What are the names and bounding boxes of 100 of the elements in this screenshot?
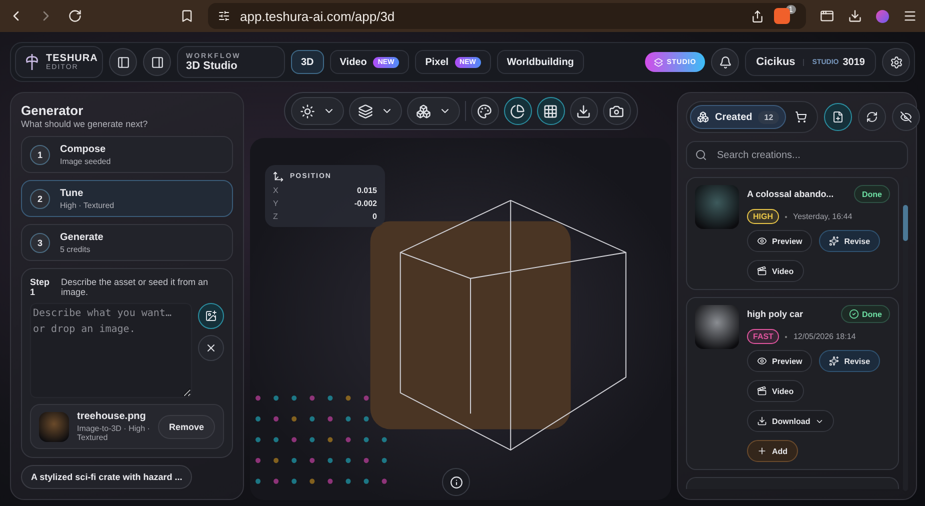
settings-button[interactable] — [882, 48, 910, 76]
remove-button[interactable]: Remove — [158, 414, 215, 438]
profile-icon[interactable] — [876, 10, 889, 22]
tool-button[interactable] — [602, 97, 630, 125]
mode-tab[interactable]: 3D — [291, 50, 324, 74]
dropdown-button[interactable] — [348, 97, 402, 125]
sparkles-icon — [829, 236, 840, 246]
tool-button[interactable] — [470, 97, 498, 125]
hide-button[interactable] — [892, 103, 920, 131]
timestamp: Yesterday, 16:44 — [793, 212, 852, 221]
workflow-value: 3D Studio — [186, 60, 238, 72]
sun-icon — [300, 104, 314, 118]
step-item[interactable]: 2 Tune High · Textured — [21, 180, 233, 217]
quality-tag: FAST — [747, 329, 780, 344]
axe-icon — [24, 53, 40, 71]
image-upload-button[interactable] — [198, 303, 224, 329]
tool-button[interactable] — [504, 97, 532, 125]
step-number: 3 — [30, 232, 50, 252]
bookmark-icon[interactable] — [180, 9, 194, 23]
eye-icon — [757, 356, 767, 366]
step-detail: Image seeded — [60, 156, 111, 166]
tool-button[interactable] — [536, 97, 564, 125]
tool-button[interactable] — [570, 97, 598, 125]
check-circle-icon — [849, 309, 859, 319]
search-icon — [695, 149, 707, 161]
axis-label: X — [273, 186, 278, 195]
settings-icon — [890, 56, 902, 68]
step-number: 2 — [30, 188, 50, 208]
suggestion-chip[interactable]: A stylized sci-fi crate with hazard ... — [21, 465, 192, 489]
step-title: Compose — [60, 144, 107, 154]
bell-icon — [718, 56, 732, 68]
mode-tab[interactable]: Worldbuilding — [496, 50, 584, 74]
download-icon — [757, 416, 767, 426]
revise-button[interactable]: Revise — [819, 350, 880, 372]
add-button[interactable]: Add — [747, 440, 798, 462]
revise-button[interactable]: Revise — [819, 230, 880, 252]
prompt-field[interactable]: Describe what you want… or drop an image. — [30, 303, 192, 398]
camera-icon — [609, 104, 624, 118]
axis-value: 0 — [372, 212, 377, 221]
sparkles-icon — [829, 356, 840, 366]
video-button[interactable]: Video — [747, 380, 804, 402]
clear-button[interactable] — [198, 335, 224, 361]
video-button[interactable]: Video — [747, 260, 804, 282]
image-thumbnail — [695, 185, 739, 229]
eye-off-icon — [900, 111, 912, 123]
refresh-button[interactable] — [858, 103, 886, 131]
creation-title: A colossal abando... — [747, 189, 834, 199]
dropdown-button[interactable] — [290, 97, 344, 125]
cart-icon — [795, 111, 808, 123]
brand-name: TESHURA — [46, 54, 98, 64]
clapperboard-icon — [757, 266, 767, 276]
info-button[interactable] — [442, 468, 470, 496]
close-icon — [205, 342, 217, 354]
new-file-button[interactable] — [824, 103, 852, 131]
window-icon[interactable] — [820, 9, 834, 23]
menu-icon[interactable] — [903, 9, 917, 23]
created-tab[interactable]: Created 12 — [690, 105, 786, 129]
step-label: Step 1 — [30, 277, 51, 297]
layers-icon — [358, 104, 372, 118]
search-input[interactable]: Search creations... — [715, 148, 899, 162]
share-icon[interactable] — [750, 10, 764, 22]
download-icon — [576, 104, 591, 118]
search-field[interactable]: Search creations... — [686, 141, 908, 169]
panel-subtitle: What should we generate next? — [21, 119, 149, 129]
reload-icon[interactable] — [68, 9, 82, 23]
credit-count: 3019 — [842, 56, 865, 68]
plus-icon — [757, 446, 767, 456]
address-bar[interactable]: app.teshura-ai.com/app/3d 1 — [208, 3, 806, 29]
preview-button[interactable]: Preview — [747, 230, 812, 252]
shield-icon[interactable] — [774, 8, 790, 24]
refresh-icon — [866, 111, 878, 123]
image-plus-icon — [205, 310, 217, 322]
download-button[interactable]: Download — [747, 410, 834, 432]
grid-icon — [543, 104, 558, 118]
notifications-button[interactable] — [711, 48, 740, 76]
step-title: Generate — [60, 232, 104, 242]
site-settings-icon[interactable] — [218, 10, 230, 22]
cubes-icon — [416, 104, 430, 118]
preview-button[interactable]: Preview — [747, 350, 812, 372]
left-panel-toggle[interactable] — [109, 48, 137, 76]
status-badge: Done — [854, 185, 890, 203]
download-icon[interactable] — [848, 9, 862, 23]
axis-icon — [273, 171, 284, 182]
image-thumbnail — [695, 305, 739, 349]
info-icon — [450, 476, 462, 488]
palette-icon — [477, 104, 492, 118]
axis-value: 0.015 — [356, 186, 377, 195]
eye-icon — [757, 236, 767, 246]
step-item[interactable]: 1 Compose Image seeded — [21, 136, 233, 173]
clapperboard-icon — [757, 386, 767, 396]
quality-tag: HIGH — [747, 209, 779, 224]
count-badge: 12 — [758, 110, 780, 124]
step-title: Tune — [60, 188, 84, 198]
layers-icon — [654, 58, 663, 66]
step-hint: Describe the asset or seed it from an image. — [61, 277, 210, 297]
right-panel-toggle[interactable] — [143, 48, 171, 76]
creation-title: high poly car — [747, 309, 804, 319]
image-thumbnail — [39, 412, 69, 442]
dropdown-button[interactable] — [406, 97, 460, 125]
step-item[interactable]: 3 Generate 5 credits — [21, 224, 233, 261]
